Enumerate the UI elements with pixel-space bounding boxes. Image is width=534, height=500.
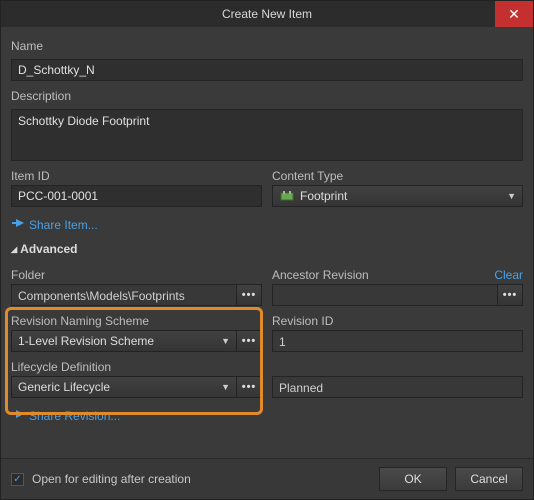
share-item-link[interactable]: Share Item... bbox=[11, 217, 523, 232]
chevron-down-icon: ▼ bbox=[221, 336, 230, 346]
share-revision-link[interactable]: Share Revision... bbox=[11, 408, 523, 423]
share-revision-text: Share Revision... bbox=[29, 409, 120, 423]
dialog-body: Name Description Schottky Diode Footprin… bbox=[1, 27, 533, 458]
chevron-down-icon: ▼ bbox=[507, 191, 516, 201]
lifecycle-definition-label: Lifecycle Definition bbox=[11, 360, 262, 374]
folder-browse-button[interactable]: ••• bbox=[236, 284, 262, 306]
ellipsis-icon: ••• bbox=[242, 381, 257, 393]
ok-button[interactable]: OK bbox=[379, 467, 447, 491]
description-input[interactable]: Schottky Diode Footprint bbox=[11, 109, 523, 161]
name-input[interactable] bbox=[11, 59, 523, 81]
lifecycle-definition-dropdown[interactable]: Generic Lifecycle ▼ bbox=[11, 376, 236, 398]
revision-id-value: 1 bbox=[279, 335, 286, 349]
titlebar: Create New Item ✕ bbox=[1, 1, 533, 27]
lifecycle-config-button[interactable]: ••• bbox=[236, 376, 262, 398]
share-item-text: Share Item... bbox=[29, 218, 98, 232]
item-id-label: Item ID bbox=[11, 169, 262, 183]
lifecycle-state-display: Planned bbox=[272, 376, 523, 398]
folder-value: Components\Models\Footprints bbox=[18, 289, 185, 303]
share-icon bbox=[11, 408, 25, 423]
lifecycle-definition-value: Generic Lifecycle bbox=[18, 380, 110, 394]
folder-input[interactable]: Components\Models\Footprints bbox=[11, 284, 236, 306]
open-for-edit-label[interactable]: Open for editing after creation bbox=[32, 472, 191, 486]
description-text: Schottky Diode Footprint bbox=[18, 114, 149, 128]
content-type-value: Footprint bbox=[300, 189, 347, 203]
cancel-button[interactable]: Cancel bbox=[455, 467, 523, 491]
dialog-window: Create New Item ✕ Name Description Schot… bbox=[0, 0, 534, 500]
revision-id-display: 1 bbox=[272, 330, 523, 352]
share-icon bbox=[11, 217, 25, 232]
ellipsis-icon: ••• bbox=[242, 289, 257, 301]
folder-label: Folder bbox=[11, 268, 262, 282]
ok-button-label: OK bbox=[404, 472, 421, 486]
name-label: Name bbox=[11, 39, 523, 53]
lifecycle-state-value: Planned bbox=[279, 381, 323, 395]
content-type-dropdown[interactable]: Footprint ▼ bbox=[272, 185, 523, 207]
ancestor-browse-button[interactable]: ••• bbox=[497, 284, 523, 306]
advanced-label: Advanced bbox=[20, 242, 77, 256]
content-type-label: Content Type bbox=[272, 169, 523, 183]
ancestor-revision-input[interactable] bbox=[272, 284, 497, 306]
dialog-footer: ✓ Open for editing after creation OK Can… bbox=[1, 458, 533, 499]
open-for-edit-checkbox[interactable]: ✓ bbox=[11, 473, 24, 486]
close-icon: ✕ bbox=[508, 6, 520, 23]
expand-icon: ◢ bbox=[11, 245, 17, 254]
item-id-input[interactable] bbox=[11, 185, 262, 207]
revision-naming-value: 1-Level Revision Scheme bbox=[18, 334, 154, 348]
dialog-title: Create New Item bbox=[222, 7, 312, 21]
description-label: Description bbox=[11, 89, 523, 103]
revision-naming-label: Revision Naming Scheme bbox=[11, 314, 262, 328]
advanced-section-toggle[interactable]: ◢ Advanced bbox=[11, 242, 523, 256]
clear-link[interactable]: Clear bbox=[494, 268, 523, 282]
check-icon: ✓ bbox=[13, 474, 21, 485]
close-button[interactable]: ✕ bbox=[495, 1, 533, 27]
ancestor-revision-label: Ancestor Revision bbox=[272, 268, 369, 282]
chevron-down-icon: ▼ bbox=[221, 382, 230, 392]
ellipsis-icon: ••• bbox=[242, 335, 257, 347]
revision-naming-dropdown[interactable]: 1-Level Revision Scheme ▼ bbox=[11, 330, 236, 352]
revision-naming-config-button[interactable]: ••• bbox=[236, 330, 262, 352]
lifecycle-state-spacer bbox=[272, 360, 523, 374]
footprint-icon bbox=[279, 188, 295, 204]
cancel-button-label: Cancel bbox=[470, 472, 507, 486]
ellipsis-icon: ••• bbox=[503, 289, 518, 301]
revision-id-label: Revision ID bbox=[272, 314, 523, 328]
